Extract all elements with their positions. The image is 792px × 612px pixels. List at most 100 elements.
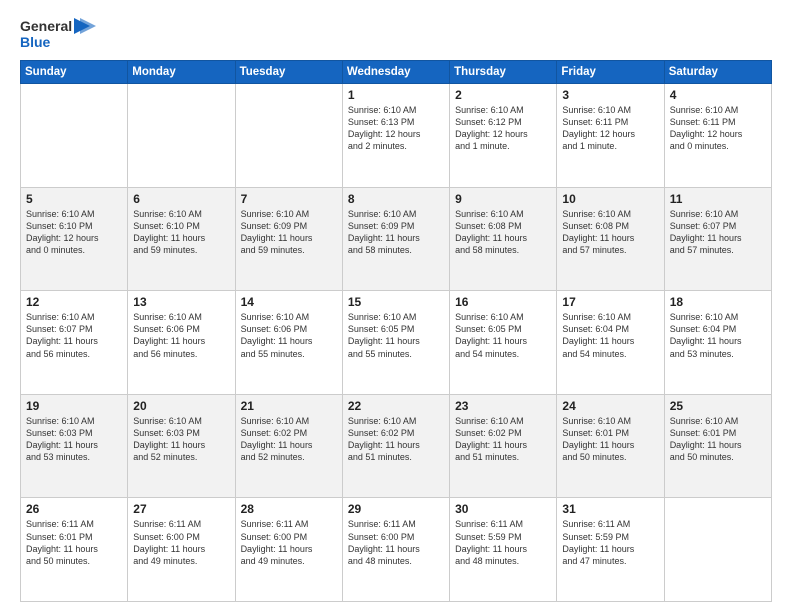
day-info: Sunrise: 6:10 AM Sunset: 6:10 PM Dayligh…: [133, 208, 229, 257]
day-info: Sunrise: 6:10 AM Sunset: 6:06 PM Dayligh…: [241, 311, 337, 360]
day-info: Sunrise: 6:10 AM Sunset: 6:03 PM Dayligh…: [26, 415, 122, 464]
day-number: 31: [562, 502, 658, 516]
day-number: 7: [241, 192, 337, 206]
day-info: Sunrise: 6:10 AM Sunset: 6:12 PM Dayligh…: [455, 104, 551, 153]
weekday-header-sunday: Sunday: [21, 61, 128, 84]
day-info: Sunrise: 6:11 AM Sunset: 6:00 PM Dayligh…: [348, 518, 444, 567]
weekday-header-wednesday: Wednesday: [342, 61, 449, 84]
day-number: 19: [26, 399, 122, 413]
calendar-cell-1-2: 7Sunrise: 6:10 AM Sunset: 6:09 PM Daylig…: [235, 187, 342, 291]
calendar-cell-1-1: 6 Sunrise: 6:10 AM Sunset: 6:10 PM Daylig…: [128, 187, 235, 291]
day-info: Sunrise: 6:10 AM Sunset: 6:10 PM Dayligh…: [26, 208, 122, 257]
day-info: Sunrise: 6:11 AM Sunset: 6:00 PM Dayligh…: [133, 518, 229, 567]
day-number: 1: [348, 88, 444, 102]
day-number: 6: [133, 192, 229, 206]
calendar-row-1: 5 Sunrise: 6:10 AM Sunset: 6:10 PM Daylig…: [21, 187, 772, 291]
calendar-row-0: 1Sunrise: 6:10 AM Sunset: 6:13 PM Daylig…: [21, 84, 772, 188]
calendar-cell-0-2: [235, 84, 342, 188]
day-info: Sunrise: 6:11 AM Sunset: 5:59 PM Dayligh…: [562, 518, 658, 567]
day-info: Sunrise: 6:10 AM Sunset: 6:02 PM Dayligh…: [348, 415, 444, 464]
calendar-cell-0-4: 2 Sunrise: 6:10 AM Sunset: 6:12 PM Daylig…: [450, 84, 557, 188]
day-info: Sunrise: 6:10 AM Sunset: 6:02 PM Dayligh…: [455, 415, 551, 464]
day-number: 16: [455, 295, 551, 309]
day-number: 8: [348, 192, 444, 206]
day-number: 26: [26, 502, 122, 516]
logo-arrow-icon: [74, 18, 96, 34]
header: General Blue: [20, 18, 772, 50]
day-number: 29: [348, 502, 444, 516]
day-info: Sunrise: 6:10 AM Sunset: 6:08 PM Dayligh…: [455, 208, 551, 257]
day-number: 2: [455, 88, 551, 102]
calendar-cell-4-3: 29 Sunrise: 6:11 AM Sunset: 6:00 PM Dayli…: [342, 498, 449, 602]
day-number: 4: [670, 88, 766, 102]
day-number: 14: [241, 295, 337, 309]
calendar-cell-3-1: 20 Sunrise: 6:10 AM Sunset: 6:03 PM Dayli…: [128, 394, 235, 498]
calendar-cell-4-4: 30 Sunrise: 6:11 AM Sunset: 5:59 PM Dayli…: [450, 498, 557, 602]
calendar-cell-2-1: 13Sunrise: 6:10 AM Sunset: 6:06 PM Dayli…: [128, 291, 235, 395]
day-number: 9: [455, 192, 551, 206]
calendar-cell-0-3: 1Sunrise: 6:10 AM Sunset: 6:13 PM Daylig…: [342, 84, 449, 188]
day-info: Sunrise: 6:10 AM Sunset: 6:09 PM Dayligh…: [348, 208, 444, 257]
day-number: 27: [133, 502, 229, 516]
calendar-cell-4-1: 27 Sunrise: 6:11 AM Sunset: 6:00 PM Dayli…: [128, 498, 235, 602]
day-info: Sunrise: 6:10 AM Sunset: 6:11 PM Dayligh…: [562, 104, 658, 153]
calendar-row-3: 19 Sunrise: 6:10 AM Sunset: 6:03 PM Dayli…: [21, 394, 772, 498]
day-number: 20: [133, 399, 229, 413]
day-number: 11: [670, 192, 766, 206]
calendar-cell-3-3: 22 Sunrise: 6:10 AM Sunset: 6:02 PM Dayli…: [342, 394, 449, 498]
weekday-header-friday: Friday: [557, 61, 664, 84]
logo-blue: Blue: [20, 34, 50, 50]
day-number: 22: [348, 399, 444, 413]
calendar-cell-4-2: 28Sunrise: 6:11 AM Sunset: 6:00 PM Dayli…: [235, 498, 342, 602]
day-number: 10: [562, 192, 658, 206]
calendar-table: SundayMondayTuesdayWednesdayThursdayFrid…: [20, 60, 772, 602]
calendar-cell-2-5: 17 Sunrise: 6:10 AM Sunset: 6:04 PM Dayli…: [557, 291, 664, 395]
weekday-header-row: SundayMondayTuesdayWednesdayThursdayFrid…: [21, 61, 772, 84]
day-info: Sunrise: 6:10 AM Sunset: 6:05 PM Dayligh…: [455, 311, 551, 360]
day-number: 5: [26, 192, 122, 206]
weekday-header-thursday: Thursday: [450, 61, 557, 84]
calendar-cell-3-0: 19 Sunrise: 6:10 AM Sunset: 6:03 PM Dayli…: [21, 394, 128, 498]
day-info: Sunrise: 6:10 AM Sunset: 6:04 PM Dayligh…: [562, 311, 658, 360]
calendar-cell-4-6: [664, 498, 771, 602]
weekday-header-saturday: Saturday: [664, 61, 771, 84]
calendar-cell-2-6: 18 Sunrise: 6:10 AM Sunset: 6:04 PM Dayli…: [664, 291, 771, 395]
calendar-cell-3-2: 21Sunrise: 6:10 AM Sunset: 6:02 PM Dayli…: [235, 394, 342, 498]
day-info: Sunrise: 6:10 AM Sunset: 6:07 PM Dayligh…: [670, 208, 766, 257]
day-info: Sunrise: 6:10 AM Sunset: 6:01 PM Dayligh…: [670, 415, 766, 464]
calendar-cell-0-6: 4 Sunrise: 6:10 AM Sunset: 6:11 PM Daylig…: [664, 84, 771, 188]
weekday-header-tuesday: Tuesday: [235, 61, 342, 84]
calendar-cell-3-4: 23Sunrise: 6:10 AM Sunset: 6:02 PM Dayli…: [450, 394, 557, 498]
weekday-header-monday: Monday: [128, 61, 235, 84]
day-info: Sunrise: 6:10 AM Sunset: 6:04 PM Dayligh…: [670, 311, 766, 360]
calendar-cell-3-6: 25 Sunrise: 6:10 AM Sunset: 6:01 PM Dayli…: [664, 394, 771, 498]
day-info: Sunrise: 6:10 AM Sunset: 6:03 PM Dayligh…: [133, 415, 229, 464]
day-info: Sunrise: 6:11 AM Sunset: 6:00 PM Dayligh…: [241, 518, 337, 567]
calendar-row-2: 12Sunrise: 6:10 AM Sunset: 6:07 PM Dayli…: [21, 291, 772, 395]
calendar-row-4: 26 Sunrise: 6:11 AM Sunset: 6:01 PM Dayli…: [21, 498, 772, 602]
calendar-cell-2-3: 15Sunrise: 6:10 AM Sunset: 6:05 PM Dayli…: [342, 291, 449, 395]
calendar-cell-4-5: 31 Sunrise: 6:11 AM Sunset: 5:59 PM Dayli…: [557, 498, 664, 602]
day-info: Sunrise: 6:10 AM Sunset: 6:11 PM Dayligh…: [670, 104, 766, 153]
calendar-cell-1-3: 8 Sunrise: 6:10 AM Sunset: 6:09 PM Daylig…: [342, 187, 449, 291]
calendar-cell-3-5: 24 Sunrise: 6:10 AM Sunset: 6:01 PM Dayli…: [557, 394, 664, 498]
day-number: 24: [562, 399, 658, 413]
logo-general: General: [20, 18, 72, 34]
calendar-cell-0-5: 3 Sunrise: 6:10 AM Sunset: 6:11 PM Daylig…: [557, 84, 664, 188]
day-number: 3: [562, 88, 658, 102]
day-info: Sunrise: 6:10 AM Sunset: 6:08 PM Dayligh…: [562, 208, 658, 257]
day-number: 12: [26, 295, 122, 309]
day-info: Sunrise: 6:10 AM Sunset: 6:02 PM Dayligh…: [241, 415, 337, 464]
calendar-cell-1-4: 9 Sunrise: 6:10 AM Sunset: 6:08 PM Daylig…: [450, 187, 557, 291]
day-number: 18: [670, 295, 766, 309]
day-number: 17: [562, 295, 658, 309]
day-info: Sunrise: 6:11 AM Sunset: 6:01 PM Dayligh…: [26, 518, 122, 567]
calendar-cell-2-0: 12Sunrise: 6:10 AM Sunset: 6:07 PM Dayli…: [21, 291, 128, 395]
day-info: Sunrise: 6:10 AM Sunset: 6:01 PM Dayligh…: [562, 415, 658, 464]
calendar-cell-4-0: 26 Sunrise: 6:11 AM Sunset: 6:01 PM Dayli…: [21, 498, 128, 602]
day-number: 30: [455, 502, 551, 516]
day-number: 25: [670, 399, 766, 413]
day-info: Sunrise: 6:11 AM Sunset: 5:59 PM Dayligh…: [455, 518, 551, 567]
calendar-cell-1-6: 11 Sunrise: 6:10 AM Sunset: 6:07 PM Dayli…: [664, 187, 771, 291]
calendar-cell-1-0: 5 Sunrise: 6:10 AM Sunset: 6:10 PM Daylig…: [21, 187, 128, 291]
